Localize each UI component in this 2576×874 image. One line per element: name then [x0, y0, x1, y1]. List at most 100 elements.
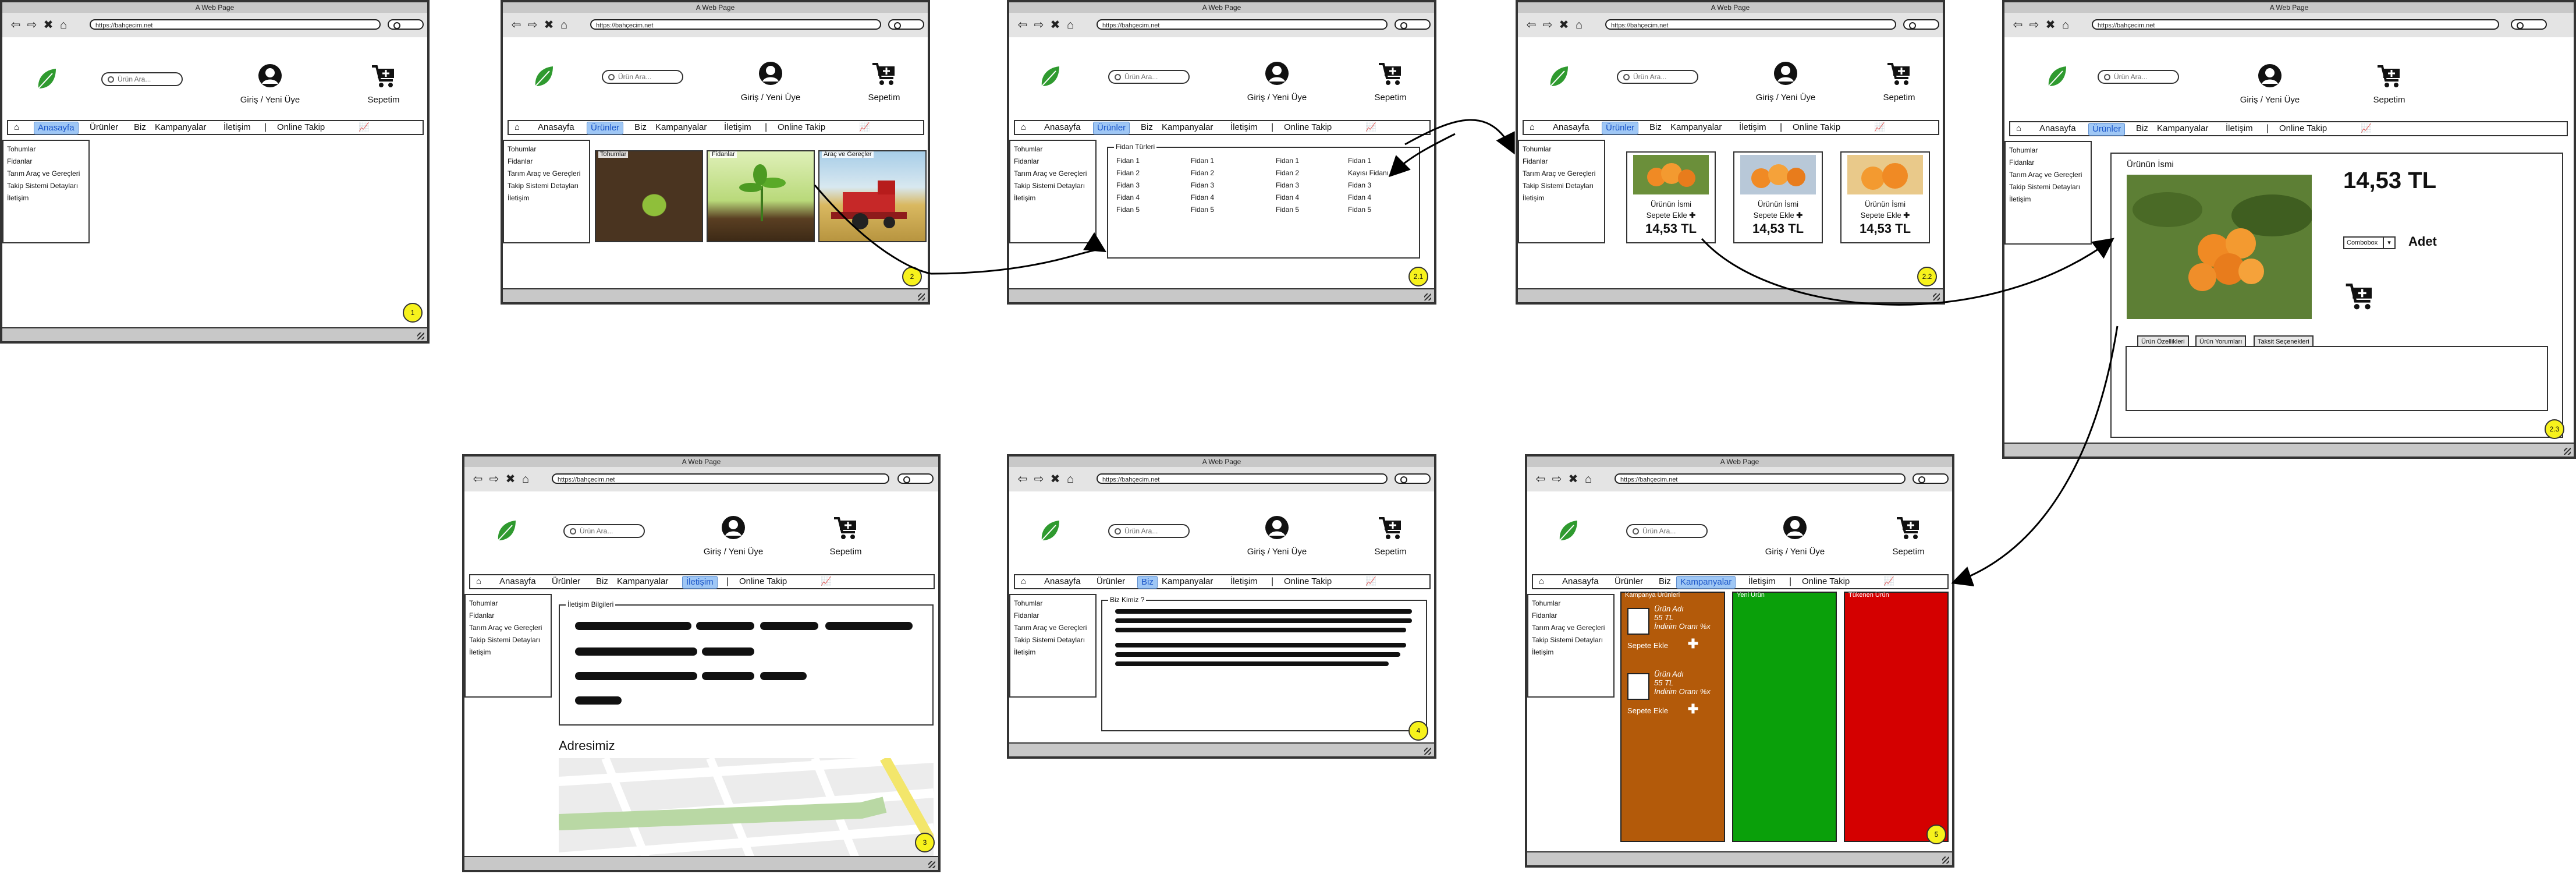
- fidan-item[interactable]: Fidan 5: [1116, 204, 1140, 216]
- menu-online-takip[interactable]: Online Takip: [736, 576, 790, 588]
- forward-icon[interactable]: ⇨: [2028, 19, 2041, 31]
- menu-anasayfa[interactable]: Anasayfa: [496, 576, 540, 588]
- sidebar-item-fidanlar[interactable]: Fidanlar: [1523, 155, 1604, 168]
- menu-iletisim[interactable]: İletişim: [2222, 123, 2256, 135]
- sidebar-item-tohumlar[interactable]: Tohumlar: [1014, 597, 1095, 610]
- site-search-input[interactable]: Ürün Ara...: [1626, 524, 1708, 538]
- home-icon[interactable]: ⌂: [2059, 19, 2072, 31]
- chart-icon[interactable]: 📈: [1871, 122, 1889, 133]
- cart[interactable]: Sepetim: [1364, 515, 1417, 557]
- menu-biz[interactable]: Biz: [130, 122, 150, 133]
- browser-search-box[interactable]: [1395, 19, 1431, 30]
- address-bar[interactable]: https://bahçecim.net: [2092, 19, 2499, 30]
- menu-biz[interactable]: Biz: [1646, 122, 1665, 133]
- menu-anasayfa[interactable]: Anasayfa: [1041, 576, 1084, 588]
- leaf-logo-icon[interactable]: [1547, 64, 1570, 90]
- forward-icon[interactable]: ⇨: [488, 473, 501, 486]
- category-arac-image[interactable]: Araç ve Gereçler: [818, 150, 927, 242]
- menu-urunler[interactable]: Ürünler: [1611, 576, 1647, 588]
- leaf-logo-icon[interactable]: [1556, 518, 1580, 544]
- sidebar-item-iletisim[interactable]: İletişim: [7, 192, 88, 204]
- menu-online-takip[interactable]: Online Takip: [774, 122, 829, 133]
- fidan-item[interactable]: Fidan 5: [1276, 204, 1299, 216]
- menu-online-takip[interactable]: Online Takip: [274, 122, 328, 133]
- login-register[interactable]: Giriş / Yeni Üye: [1236, 61, 1318, 102]
- fidan-item-kayisi[interactable]: Kayısı Fidanı: [1348, 167, 1389, 179]
- site-search-input[interactable]: Ürün Ara...: [101, 72, 183, 86]
- menu-iletisim[interactable]: İletişim: [1736, 122, 1770, 133]
- cart[interactable]: Sepetim: [1873, 61, 1925, 102]
- menu-home-icon[interactable]: ⌂: [1017, 122, 1030, 133]
- fidan-item[interactable]: Fidan 1: [1116, 155, 1140, 167]
- fidan-item[interactable]: Fidan 2: [1191, 167, 1214, 179]
- sidebar-item-tohumlar[interactable]: Tohumlar: [1532, 597, 1613, 610]
- menu-iletisim[interactable]: İletişim: [682, 576, 718, 589]
- menu-anasayfa[interactable]: Anasayfa: [1559, 576, 1602, 588]
- fidan-item[interactable]: Fidan 3: [1348, 179, 1389, 192]
- fidan-item[interactable]: Fidan 5: [1348, 204, 1389, 216]
- menu-kampanyalar[interactable]: Kampanyalar: [652, 122, 710, 133]
- menu-iletisim[interactable]: İletişim: [1227, 576, 1261, 588]
- fidan-item[interactable]: Fidan 4: [1191, 192, 1214, 204]
- menu-urunler[interactable]: Ürünler: [86, 122, 122, 133]
- product-card[interactable]: Ürünün İsmi Sepete Ekle ✚ 14,53 TL: [1840, 151, 1930, 243]
- site-search-input[interactable]: Ürün Ara...: [1108, 524, 1190, 538]
- menu-urunler[interactable]: Ürünler: [2088, 123, 2126, 136]
- sidebar-item-fidanlar[interactable]: Fidanlar: [1014, 155, 1095, 168]
- tab-installments[interactable]: Taksit Seçenekleri: [2254, 335, 2314, 346]
- chart-icon[interactable]: 📈: [1362, 122, 1380, 133]
- sidebar-item-tohumlar[interactable]: Tohumlar: [1523, 143, 1604, 155]
- quantity-combobox[interactable]: Combobox ▾: [2343, 236, 2396, 249]
- sidebar-item-tarim[interactable]: Tarım Araç ve Gereçleri: [1014, 168, 1095, 180]
- close-icon[interactable]: ✖: [42, 19, 55, 31]
- login-register[interactable]: Giriş / Yeni Üye: [1236, 515, 1318, 557]
- close-icon[interactable]: ✖: [1567, 473, 1580, 486]
- fidan-item[interactable]: Fidan 3: [1191, 179, 1214, 192]
- back-icon[interactable]: ⇦: [1016, 473, 1029, 486]
- fidan-item[interactable]: Fidan 4: [1276, 192, 1299, 204]
- menu-kampanyalar[interactable]: Kampanyalar: [151, 122, 210, 133]
- menu-online-takip[interactable]: Online Takip: [1280, 576, 1335, 588]
- menu-home-icon[interactable]: ⌂: [1526, 122, 1538, 133]
- close-icon[interactable]: ✖: [1049, 19, 1062, 31]
- browser-search-box[interactable]: [1903, 19, 1939, 30]
- tab-reviews[interactable]: Ürün Yorumları: [2195, 335, 2247, 346]
- fidan-item[interactable]: Fidan 4: [1116, 192, 1140, 204]
- forward-icon[interactable]: ⇨: [26, 19, 38, 31]
- sidebar-item-fidanlar[interactable]: Fidanlar: [469, 610, 551, 622]
- menu-iletisim[interactable]: İletişim: [1227, 122, 1261, 133]
- back-icon[interactable]: ⇦: [471, 473, 484, 486]
- forward-icon[interactable]: ⇨: [1032, 473, 1045, 486]
- close-icon[interactable]: ✖: [2044, 19, 2057, 31]
- leaf-logo-icon[interactable]: [35, 66, 58, 92]
- site-search-input[interactable]: Ürün Ara...: [2098, 70, 2179, 84]
- category-fidanlar-image[interactable]: Fidanlar: [707, 150, 815, 242]
- menu-kampanyalar[interactable]: Kampanyalar: [2153, 123, 2212, 135]
- menu-kampanyalar[interactable]: Kampanyalar: [1676, 576, 1736, 589]
- address-map[interactable]: [559, 758, 934, 858]
- category-tohumlar-image[interactable]: Tohumlar: [595, 150, 703, 242]
- menu-biz[interactable]: Biz: [1655, 576, 1674, 588]
- chart-icon[interactable]: 📈: [1880, 576, 1898, 588]
- close-icon[interactable]: ✖: [504, 473, 517, 486]
- fidan-item[interactable]: Fidan 2: [1276, 167, 1299, 179]
- fidan-item[interactable]: Fidan 5: [1191, 204, 1214, 216]
- sidebar-item-tarim[interactable]: Tarım Araç ve Gereçleri: [508, 168, 589, 180]
- menu-anasayfa[interactable]: Anasayfa: [534, 122, 578, 133]
- back-icon[interactable]: ⇦: [1525, 19, 1538, 31]
- sidebar-item-takip[interactable]: Takip Sistemi Detayları: [7, 180, 88, 192]
- back-icon[interactable]: ⇦: [1534, 473, 1547, 486]
- login-register[interactable]: Giriş / Yeni Üye: [229, 63, 311, 105]
- sidebar-item-tohumlar[interactable]: Tohumlar: [508, 143, 589, 155]
- menu-biz[interactable]: Biz: [631, 122, 650, 133]
- browser-search-box[interactable]: [2511, 19, 2547, 30]
- address-bar[interactable]: https://bahçecim.net: [90, 19, 381, 30]
- sidebar-item-iletisim[interactable]: İletişim: [508, 192, 589, 204]
- sidebar-item-takip[interactable]: Takip Sistemi Detayları: [508, 180, 589, 192]
- home-icon[interactable]: ⌂: [1573, 19, 1585, 31]
- menu-home-icon[interactable]: ⌂: [1535, 576, 1548, 588]
- cart[interactable]: Sepetim: [858, 61, 910, 102]
- forward-icon[interactable]: ⇨: [1541, 19, 1554, 31]
- sidebar-item-takip[interactable]: Takip Sistemi Detayları: [1532, 634, 1613, 646]
- address-bar[interactable]: https://bahçecim.net: [552, 473, 889, 484]
